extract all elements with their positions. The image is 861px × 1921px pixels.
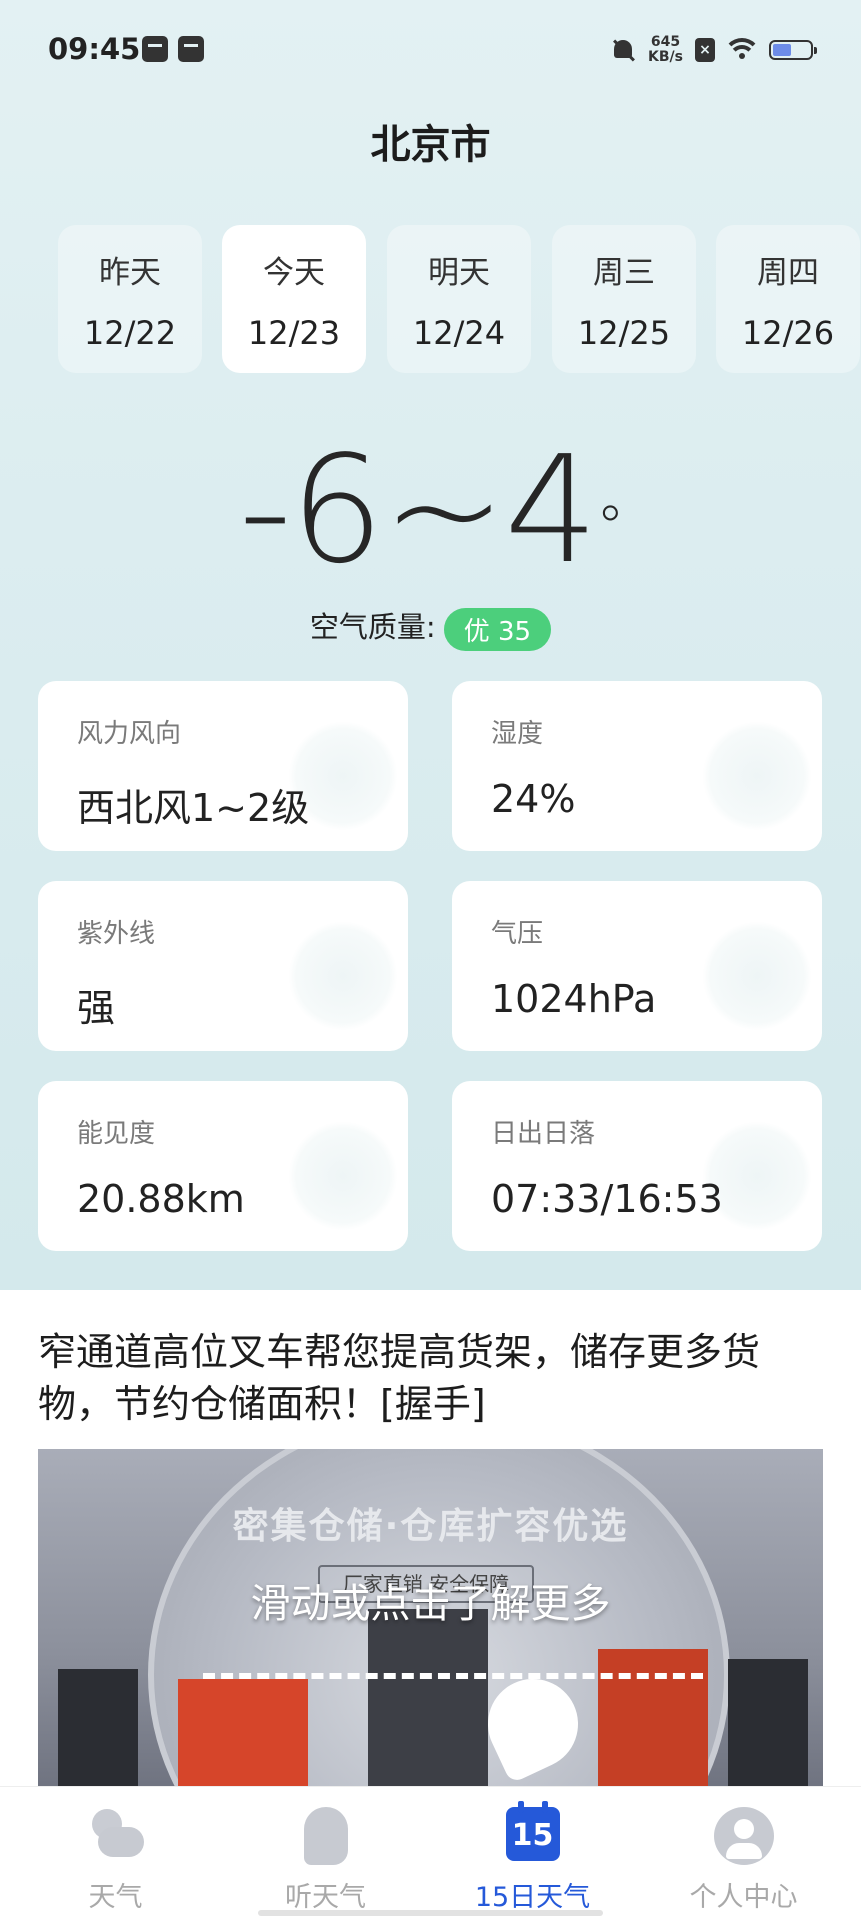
- status-bar: 09:45 645 KB/s ×: [0, 0, 861, 100]
- humidity-card: 湿度 24%: [452, 681, 822, 851]
- user-icon: [713, 1807, 774, 1865]
- day-date: 12/24: [412, 314, 506, 352]
- card-label: 能见度: [77, 1119, 156, 1149]
- bottom-navigation: 天气 听天气 15 15日天气 个人中心: [0, 1786, 861, 1921]
- pressure-card: 气压 1024hPa: [452, 881, 822, 1051]
- nav-label: 天气: [88, 1882, 143, 1913]
- ad-cta: 滑动或点击了解更多: [250, 1581, 611, 1627]
- card-value: 20.88km: [77, 1177, 245, 1221]
- forklift-image: [728, 1659, 808, 1789]
- air-quality: 空气质量: 优 35: [0, 604, 861, 651]
- swipe-guide-line: [203, 1673, 703, 1679]
- air-quality-label: 空气质量:: [309, 610, 436, 644]
- forklift-image: [58, 1669, 138, 1789]
- ad-banner[interactable]: 密集仓储·仓库扩容优选 厂家直销 安全保障 滑动或点击了解更多: [38, 1449, 823, 1789]
- card-label: 紫外线: [77, 919, 156, 949]
- card-label: 风力风向: [77, 719, 182, 749]
- day-date: 12/23: [247, 314, 341, 352]
- nav-label: 15日天气: [474, 1882, 591, 1913]
- status-right: 645 KB/s ×: [610, 30, 817, 70]
- ad-text[interactable]: 窄通道高位叉车帮您提高货架，储存更多货物，节约仓储面积！[握手]: [38, 1326, 828, 1430]
- forklift-image: [178, 1679, 308, 1789]
- battery-icon: [769, 40, 817, 60]
- nav-label: 听天气: [285, 1882, 366, 1913]
- wifi-icon: [727, 38, 757, 62]
- app-notification-icon: [178, 36, 204, 62]
- network-speed: 645 KB/s: [648, 35, 683, 65]
- day-date: 12/26: [741, 314, 835, 352]
- day-name: 周四: [757, 255, 819, 291]
- card-label: 湿度: [491, 719, 544, 749]
- day-tab-thursday[interactable]: 周四 12/26: [716, 225, 860, 373]
- visibility-icon: [288, 1121, 398, 1231]
- wind-card: 风力风向 西北风1~2级: [38, 681, 408, 851]
- card-label: 气压: [491, 919, 544, 949]
- nav-tab-listen-weather[interactable]: 听天气: [218, 1787, 433, 1921]
- no-sim-icon: ×: [695, 38, 715, 62]
- droplet-icon: [702, 721, 812, 831]
- day-tab-wednesday[interactable]: 周三 12/25: [552, 225, 696, 373]
- sun-icon: [288, 921, 398, 1031]
- day-tab-today[interactable]: 今天 12/23: [222, 225, 366, 373]
- day-name: 明天: [428, 255, 490, 291]
- card-value: 西北风1~2级: [77, 786, 310, 830]
- day-selector: 昨天 12/22 今天 12/23 明天 12/24 周三 12/25 周四 1…: [58, 225, 861, 373]
- city-title[interactable]: 北京市: [0, 112, 861, 170]
- temperature-value: -6~4: [238, 424, 599, 596]
- gauge-icon: [702, 921, 812, 1031]
- day-tab-yesterday[interactable]: 昨天 12/22: [58, 225, 202, 373]
- home-indicator[interactable]: [258, 1910, 603, 1916]
- day-tab-tomorrow[interactable]: 明天 12/24: [387, 225, 531, 373]
- day-date: 12/25: [577, 314, 671, 352]
- nav-tab-weather[interactable]: 天气: [8, 1787, 223, 1921]
- card-label: 日出日落: [491, 1119, 596, 1149]
- weather-icon: [86, 1807, 146, 1865]
- sunrise-sunset-card: 日出日落 07:33/16:53: [452, 1081, 822, 1251]
- nav-tab-profile[interactable]: 个人中心: [636, 1787, 851, 1921]
- air-quality-badge[interactable]: 优 35: [443, 607, 552, 651]
- message-notification-icon: [142, 36, 168, 62]
- network-speed-unit: KB/s: [648, 49, 683, 65]
- day-name: 周三: [593, 255, 655, 291]
- card-value: 强: [77, 986, 116, 1030]
- ad-image-headline: 密集仓储·仓库扩容优选: [232, 1506, 629, 1547]
- day-date: 12/22: [83, 314, 177, 352]
- forklift-image: [598, 1649, 708, 1789]
- nav-tab-15-day-weather[interactable]: 15 15日天气: [425, 1787, 640, 1921]
- card-value: 1024hPa: [491, 977, 657, 1021]
- ear-icon: [303, 1807, 348, 1865]
- temperature-range: -6~4°: [0, 430, 861, 590]
- card-value: 24%: [491, 777, 576, 821]
- uv-card: 紫外线 强: [38, 881, 408, 1051]
- forklift-image: [368, 1609, 488, 1789]
- day-name: 今天: [263, 255, 325, 291]
- visibility-card: 能见度 20.88km: [38, 1081, 408, 1251]
- calendar-15-icon: 15: [505, 1801, 560, 1861]
- network-speed-value: 645: [650, 34, 681, 50]
- nav-label: 个人中心: [689, 1882, 798, 1913]
- mute-icon: [610, 37, 636, 63]
- degree-symbol: °: [596, 495, 624, 560]
- card-value: 07:33/16:53: [491, 1177, 723, 1221]
- day-name: 昨天: [99, 255, 161, 291]
- status-time: 09:45: [48, 32, 141, 66]
